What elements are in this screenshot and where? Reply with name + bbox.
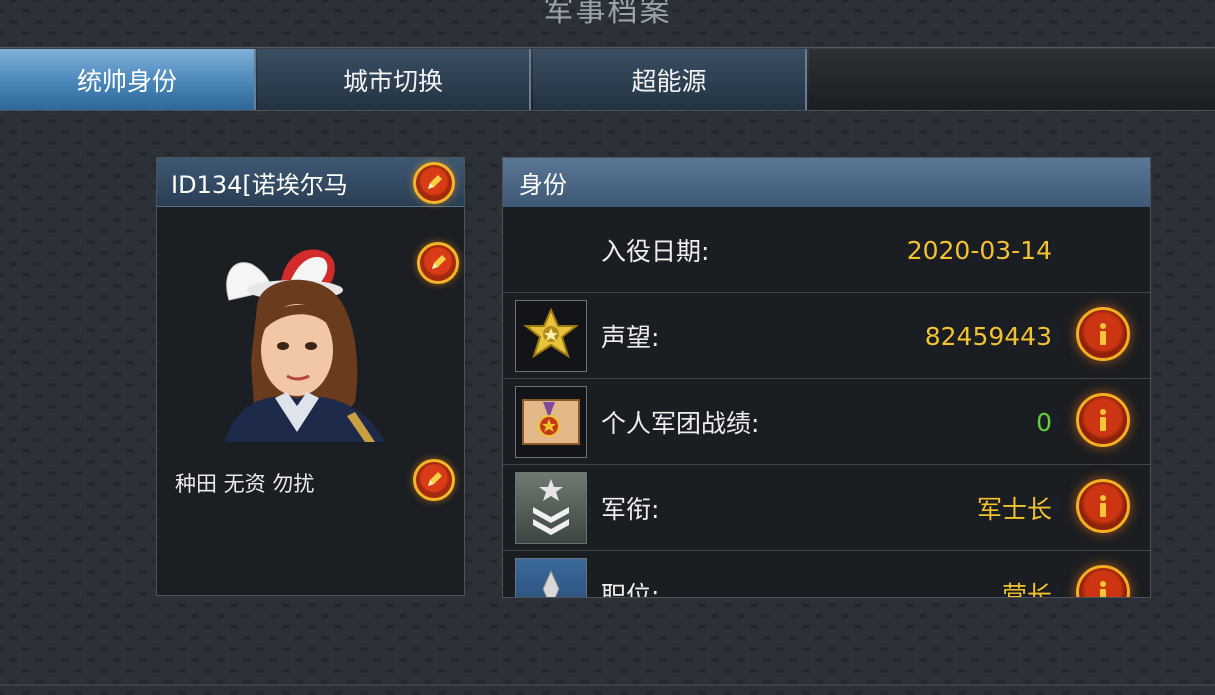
tab-bar: 统帅身份 城市切换 超能源 (0, 47, 1215, 111)
pencil-icon (428, 175, 442, 189)
prestige-value: 82459443 (924, 321, 1052, 351)
position-label: 职位: (601, 581, 660, 598)
profile-signature: 种田 无资 勿扰 (175, 472, 315, 496)
edit-name-button[interactable] (413, 162, 455, 204)
legion-record-row: 个人军团战绩: 0 (503, 379, 1150, 465)
position-thumb (515, 558, 587, 597)
rank-thumb (515, 472, 587, 544)
avatar[interactable] (215, 242, 411, 442)
position-badge-icon (542, 569, 560, 597)
prestige-row: 声望: 82459443 (503, 293, 1150, 379)
edit-signature-button[interactable] (413, 459, 455, 501)
legion-record-info-button[interactable] (1076, 393, 1130, 447)
enlist-date-value: 2020-03-14 (906, 235, 1052, 265)
pencil-icon (428, 472, 442, 486)
identity-title: 身份 (503, 158, 1150, 207)
profile-card: ID134[诺埃尔马 种田 无资 勿扰 (156, 157, 465, 596)
info-icon (1100, 409, 1106, 431)
identity-panel: 身份 入役日期: 2020-03-14 声望: 82459443 个人军团战绩:… (502, 157, 1151, 598)
tab-bar-filler (809, 49, 1215, 110)
rank-chevron-icon (533, 479, 569, 535)
rank-value: 军士长 (976, 495, 1052, 524)
info-icon (1100, 323, 1106, 345)
enlist-date-label: 入役日期: (601, 237, 710, 266)
position-row: 职位: 营长 (503, 551, 1150, 598)
rank-info-button[interactable] (1076, 479, 1130, 533)
legion-record-thumb (515, 386, 587, 458)
position-info-button[interactable] (1076, 565, 1130, 597)
legion-record-label: 个人军团战绩: (601, 409, 760, 438)
rank-row: 军衔: 军士长 (503, 465, 1150, 551)
bottom-divider (0, 684, 1215, 686)
prestige-info-button[interactable] (1076, 307, 1130, 361)
rank-label: 军衔: (601, 495, 660, 524)
gold-star-badge-icon (523, 307, 579, 359)
pencil-icon (432, 255, 446, 269)
window-title: 军事档案 (543, 0, 672, 29)
tab-super-energy[interactable]: 超能源 (533, 49, 807, 110)
enlist-date-row: 入役日期: 2020-03-14 (503, 207, 1150, 293)
prestige-label: 声望: (601, 323, 660, 352)
tab-city-switch[interactable]: 城市切换 (257, 49, 531, 110)
tab-commander-identity[interactable]: 统帅身份 (0, 49, 256, 110)
medal-certificate-icon (522, 399, 580, 445)
commander-portrait-icon (225, 249, 385, 442)
position-value: 营长 (1001, 581, 1052, 598)
legion-record-value: 0 (1036, 407, 1052, 437)
info-icon (1100, 581, 1106, 597)
edit-avatar-button[interactable] (417, 242, 459, 284)
info-icon (1100, 495, 1106, 517)
prestige-thumb (515, 300, 587, 372)
